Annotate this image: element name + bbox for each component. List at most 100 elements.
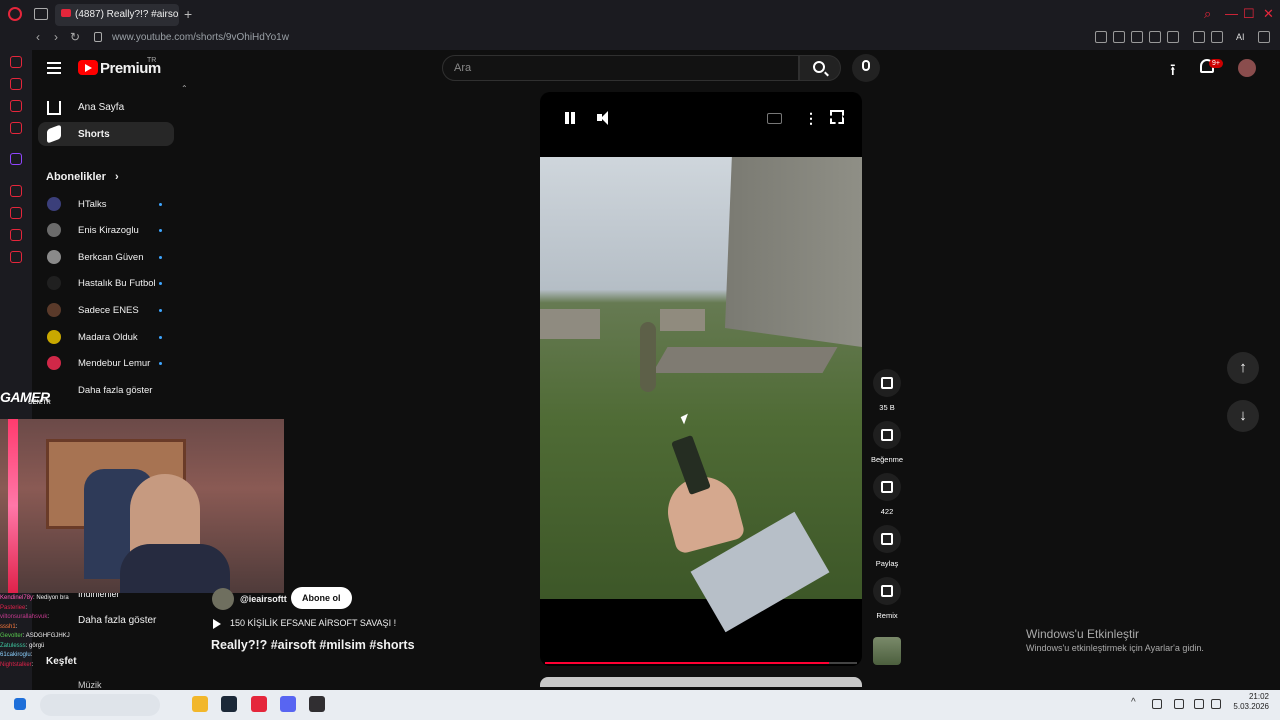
subscription-item-berkcan[interactable]: Berkcan Güven: [38, 246, 174, 268]
browser-tab-active[interactable]: (4887) Really?!? #airso: [55, 4, 179, 26]
extensions-icon[interactable]: [10, 229, 22, 241]
hamburger-menu-icon[interactable]: [47, 62, 61, 74]
like-button[interactable]: 35 B: [873, 369, 901, 412]
progress-bar[interactable]: [545, 662, 857, 664]
tab-overview-icon[interactable]: [34, 8, 48, 20]
messenger-icon[interactable]: [10, 100, 22, 112]
snapshot-icon[interactable]: [1113, 31, 1125, 43]
tray-overflow-icon[interactable]: ^: [1131, 697, 1136, 708]
comments-button[interactable]: 422: [873, 473, 901, 516]
subscriptions-header-label: Abonelikler: [46, 171, 106, 183]
subscription-item-mendebur[interactable]: Mendebur Lemur: [38, 352, 174, 374]
maximize-button[interactable]: ☐: [1243, 6, 1255, 22]
history-icon[interactable]: [10, 207, 22, 219]
ruin-wall-mid: [660, 309, 705, 331]
opera-logo-icon[interactable]: [8, 7, 22, 21]
microphone-icon: [862, 60, 870, 71]
microphone-tray-icon[interactable]: [1174, 699, 1184, 709]
youtube-logo-icon[interactable]: [78, 60, 98, 75]
previous-short-button[interactable]: ↑: [1227, 352, 1259, 384]
captions-icon[interactable]: [767, 113, 782, 124]
next-short-peek[interactable]: [540, 677, 862, 687]
taskbar-clock[interactable]: 21:02 5.03.2026: [1233, 692, 1269, 712]
gamer-logo-sub: GEN.TR: [28, 400, 51, 406]
channel-avatar[interactable]: [212, 588, 234, 610]
more-options-icon[interactable]: ⋮: [804, 110, 820, 126]
search-tabs-icon[interactable]: ⌕: [1204, 6, 1211, 22]
network-tray-icon[interactable]: [1152, 699, 1162, 709]
video-description[interactable]: 150 KİŞİLİK EFSANE AİRSOFT SAVAŞI !: [230, 618, 396, 628]
subscriptions-header[interactable]: Abonelikler ›: [46, 171, 119, 183]
collapse-arrow-icon[interactable]: ⌃: [181, 84, 188, 93]
menu-icon[interactable]: [1258, 31, 1270, 43]
back-button[interactable]: ‹: [36, 30, 40, 44]
show-more-button[interactable]: Daha fazla göster: [38, 379, 174, 401]
file-explorer-icon[interactable]: [192, 696, 208, 712]
minimize-button[interactable]: —: [1225, 6, 1238, 21]
instagram-icon[interactable]: [10, 122, 22, 134]
clock-time: 21:02: [1248, 692, 1269, 701]
sound-thumbnail[interactable]: [873, 637, 901, 665]
new-tab-button[interactable]: +: [184, 6, 192, 22]
next-short-button[interactable]: ↓: [1227, 400, 1259, 432]
new-content-dot: [159, 202, 162, 206]
account-avatar[interactable]: [1238, 59, 1256, 77]
volume-tray-icon[interactable]: [1211, 699, 1221, 709]
heart-icon[interactable]: [1167, 31, 1179, 43]
sidebar-item-shorts[interactable]: Shorts: [38, 122, 174, 146]
twitch-icon[interactable]: [10, 153, 22, 165]
download-icon[interactable]: [1211, 31, 1223, 43]
sidebar-item-home[interactable]: Ana Sayfa: [38, 95, 174, 119]
shopping-icon[interactable]: [10, 78, 22, 90]
thumbs-up-icon: [873, 369, 901, 397]
subscription-item-hastalik[interactable]: Hastalık Bu Futbol: [38, 272, 174, 294]
subscription-item-enis[interactable]: Enis Kirazoglu: [38, 219, 174, 241]
voice-search-button[interactable]: [852, 54, 880, 82]
aria-icon[interactable]: [10, 56, 22, 68]
discord-icon[interactable]: [280, 696, 296, 712]
subscription-label: Mendebur Lemur: [78, 357, 151, 369]
settings-gear-icon[interactable]: [10, 251, 22, 263]
taskbar-search[interactable]: [40, 694, 160, 716]
channel-name[interactable]: @ieairsoftt: [240, 594, 287, 604]
channel-avatar: [47, 223, 61, 237]
chat-message: Nightstalker:: [0, 661, 190, 671]
subscription-item-htalks[interactable]: HTalks: [38, 193, 174, 215]
opera-taskbar-icon[interactable]: [251, 696, 267, 712]
display-tray-icon[interactable]: [1194, 699, 1204, 709]
aria-ai-button[interactable]: AI: [1236, 32, 1245, 42]
video-frame[interactable]: [540, 157, 862, 633]
url-field[interactable]: www.youtube.com/shorts/9vOhiHdYo1w: [112, 32, 289, 43]
chat-message: 61cakiroglu:: [0, 651, 190, 661]
adblock-icon[interactable]: [1131, 31, 1143, 43]
share-button[interactable]: Paylaş: [873, 525, 901, 568]
start-button-icon[interactable]: [14, 698, 26, 710]
video-title[interactable]: Really?!? #airsoft #milsim #shorts: [211, 638, 415, 652]
search-input[interactable]: [443, 56, 798, 80]
profile-icon[interactable]: [1193, 31, 1205, 43]
forward-button[interactable]: ›: [54, 30, 58, 44]
player-icon[interactable]: [1149, 31, 1161, 43]
steam-icon[interactable]: [221, 696, 237, 712]
play-icon[interactable]: [213, 619, 221, 629]
subscription-item-madara[interactable]: Madara Olduk: [38, 326, 174, 348]
chat-message: Pasteriee:: [0, 604, 190, 614]
lock-icon[interactable]: [94, 32, 102, 42]
streamer-shirt: [120, 544, 230, 593]
volume-icon[interactable]: [596, 110, 612, 126]
subscribe-button[interactable]: Abone ol: [291, 587, 352, 609]
fullscreen-icon[interactable]: [830, 110, 844, 124]
reload-button[interactable]: ↻: [70, 30, 80, 44]
upload-icon[interactable]: ⭱: [1170, 59, 1176, 86]
bookmark-icon[interactable]: [1095, 31, 1107, 43]
search-button[interactable]: [799, 55, 841, 81]
music-player-icon[interactable]: [10, 185, 22, 197]
obs-icon[interactable]: [309, 696, 325, 712]
pause-icon[interactable]: [562, 110, 578, 126]
close-window-button[interactable]: ✕: [1263, 6, 1274, 22]
shorts-player[interactable]: ⋮: [540, 92, 862, 666]
subscription-item-sadece-enes[interactable]: Sadece ENES: [38, 299, 174, 321]
search-box[interactable]: [442, 55, 799, 81]
remix-button[interactable]: Remix: [873, 577, 901, 620]
dislike-button[interactable]: Beğenme: [871, 421, 903, 464]
